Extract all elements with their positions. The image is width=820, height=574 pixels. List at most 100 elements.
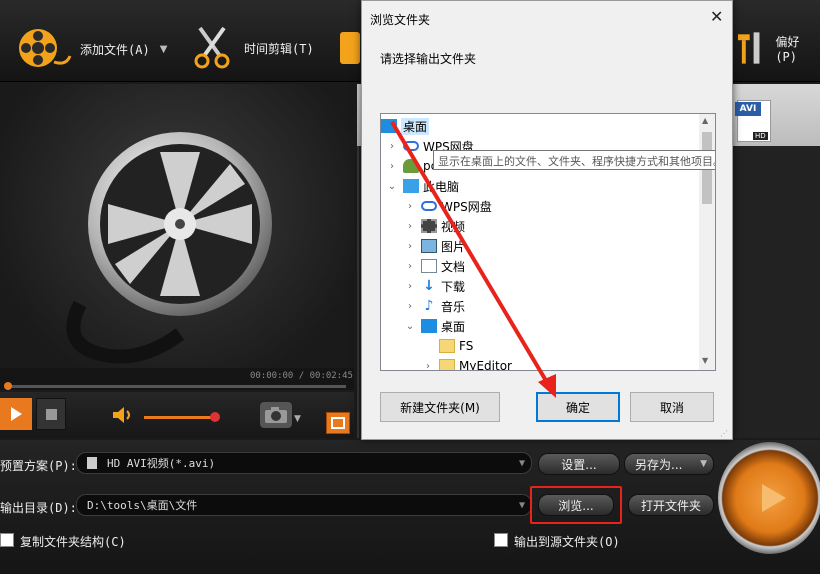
tree-item-label: 视频: [441, 219, 466, 234]
seek-handle[interactable]: [4, 382, 12, 390]
output-dir-label: 输出目录(D):: [0, 501, 77, 515]
browse-folder-dialog: 浏览文件夹 ✕ 请选择输出文件夹 桌面 › WPS网盘 › pc ⌄ 此电脑 ›…: [361, 0, 733, 440]
avi-file-icon: AVI HD: [735, 98, 775, 146]
chevron-right-icon[interactable]: ›: [405, 281, 415, 292]
dialog-prompt: 请选择输出文件夹: [380, 52, 477, 66]
camera-icon: [265, 407, 287, 423]
chevron-right-icon[interactable]: ›: [387, 141, 397, 152]
tree-item-wps-cloud-2[interactable]: › WPS网盘: [405, 196, 492, 216]
volume-slider[interactable]: [144, 416, 216, 419]
save-as-label: 另存为...: [635, 457, 683, 472]
document-icon: [421, 259, 437, 273]
settings-button[interactable]: 设置...: [538, 453, 620, 475]
tools-icon: [737, 32, 760, 64]
video-folder-icon: [421, 219, 437, 233]
tree-item-desktop-2[interactable]: ⌄ 桌面: [405, 316, 465, 336]
folder-icon: [439, 359, 455, 370]
cloud-icon: [421, 201, 437, 211]
play-button[interactable]: [0, 398, 32, 430]
play-icon: [762, 484, 786, 512]
chevron-right-icon[interactable]: ›: [423, 361, 433, 371]
tree-item-pictures[interactable]: › 图片: [405, 236, 465, 256]
crop-button[interactable]: [326, 412, 350, 434]
output-dir-value: D:\tools\桌面\文件: [87, 499, 198, 512]
folder-tree[interactable]: 桌面 › WPS网盘 › pc ⌄ 此电脑 › WPS网盘 › 视频 › 图片 …: [380, 113, 716, 371]
effects-icon[interactable]: [340, 32, 360, 64]
tooltip: 显示在桌面上的文件、文件夹、程序快捷方式和其他项目。: [433, 150, 715, 170]
browse-highlight: [530, 486, 622, 524]
time-display: 00:00:00 / 00:02:45: [250, 371, 353, 381]
add-file-button[interactable]: 添加文件(A) ▼: [14, 26, 167, 72]
tree-item-downloads[interactable]: › ↓ 下载: [405, 276, 465, 296]
volume-icon[interactable]: [112, 406, 134, 424]
tree-item-myeditor[interactable]: › MyEditor: [423, 356, 512, 371]
user-icon: [403, 159, 419, 173]
computer-icon: [403, 179, 419, 193]
scroll-down-icon[interactable]: ▼: [702, 356, 708, 365]
chevron-right-icon[interactable]: ›: [405, 241, 415, 252]
chevron-down-icon: ▼: [518, 499, 525, 511]
close-icon[interactable]: ✕: [710, 7, 723, 26]
video-preview: [0, 84, 354, 388]
preset-label: 预置方案(P):: [0, 459, 77, 473]
snapshot-dropdown-icon[interactable]: ▼: [294, 414, 301, 424]
tree-item-label: 文档: [441, 259, 466, 274]
copy-structure-label: 复制文件夹结构(C): [20, 535, 126, 549]
chevron-right-icon[interactable]: ›: [387, 161, 397, 172]
tree-item-label: 音乐: [441, 299, 466, 314]
tree-item-label: FS: [459, 339, 474, 353]
scissors-icon: [194, 26, 230, 69]
cancel-button[interactable]: 取消: [630, 392, 714, 422]
stop-button[interactable]: [36, 398, 66, 430]
film-reel-icon: [19, 29, 72, 67]
tree-item-label: 图片: [441, 239, 466, 254]
resize-grip-icon[interactable]: ⋰: [720, 429, 728, 438]
output-dir-select[interactable]: D:\tools\桌面\文件 ▼: [76, 494, 532, 516]
chevron-right-icon[interactable]: ›: [405, 221, 415, 232]
chevron-right-icon[interactable]: ›: [405, 261, 415, 272]
convert-button[interactable]: [718, 442, 820, 554]
copy-structure-checkbox[interactable]: [0, 533, 14, 547]
tree-item-user[interactable]: › pc: [387, 156, 437, 176]
output-to-source-checkbox[interactable]: [494, 533, 508, 547]
ok-button[interactable]: 确定: [536, 392, 620, 422]
preferences-button[interactable]: 偏好(P): [736, 30, 820, 66]
tree-item-music[interactable]: › ♪ 音乐: [405, 296, 465, 316]
tree-item-fs[interactable]: FS: [439, 336, 473, 356]
play-icon: [11, 407, 22, 421]
chevron-right-icon[interactable]: ›: [405, 201, 415, 212]
tree-item-documents[interactable]: › 文档: [405, 256, 465, 276]
volume-handle[interactable]: [210, 412, 220, 422]
time-clip-button[interactable]: 时间剪辑(T): [192, 26, 314, 70]
seek-bar[interactable]: [6, 385, 346, 388]
time-clip-label: 时间剪辑(T): [244, 41, 314, 56]
preferences-label: 偏好(P): [775, 34, 800, 64]
film-reel-logo: [66, 132, 272, 364]
tree-item-this-pc[interactable]: ⌄ 此电脑: [387, 176, 459, 196]
chevron-down-icon[interactable]: ⌄: [387, 181, 397, 192]
preset-select[interactable]: HD AVI视频(*.avi) ▼: [76, 452, 532, 474]
stop-icon: [45, 408, 57, 420]
chevron-right-icon[interactable]: ›: [405, 301, 415, 312]
preset-value: HD AVI视频(*.avi): [107, 457, 216, 470]
crop-icon: [331, 417, 345, 429]
snapshot-button[interactable]: [260, 402, 292, 428]
tree-item-label: 下载: [441, 279, 466, 294]
scroll-up-icon[interactable]: ▲: [702, 116, 708, 125]
tree-item-desktop[interactable]: 桌面: [381, 116, 701, 136]
folder-icon: [439, 339, 455, 353]
pictures-icon: [421, 239, 437, 253]
chevron-down-icon[interactable]: ▼: [160, 44, 168, 55]
tree-item-label: MyEditor: [459, 359, 512, 371]
tree-item-label: 桌面: [441, 319, 466, 334]
video-file-icon: [87, 457, 97, 469]
chevron-down-icon: ▼: [518, 457, 525, 469]
new-folder-button[interactable]: 新建文件夹(M): [380, 392, 500, 422]
download-arrow-icon: ↓: [423, 278, 435, 294]
open-folder-button[interactable]: 打开文件夹: [628, 494, 714, 516]
chevron-down-icon[interactable]: ⌄: [405, 321, 415, 332]
time-current: 00:00:00: [250, 371, 294, 381]
music-note-icon: ♪: [424, 298, 434, 314]
tree-item-videos[interactable]: › 视频: [405, 216, 465, 236]
save-as-button[interactable]: 另存为... ▼: [624, 453, 714, 475]
